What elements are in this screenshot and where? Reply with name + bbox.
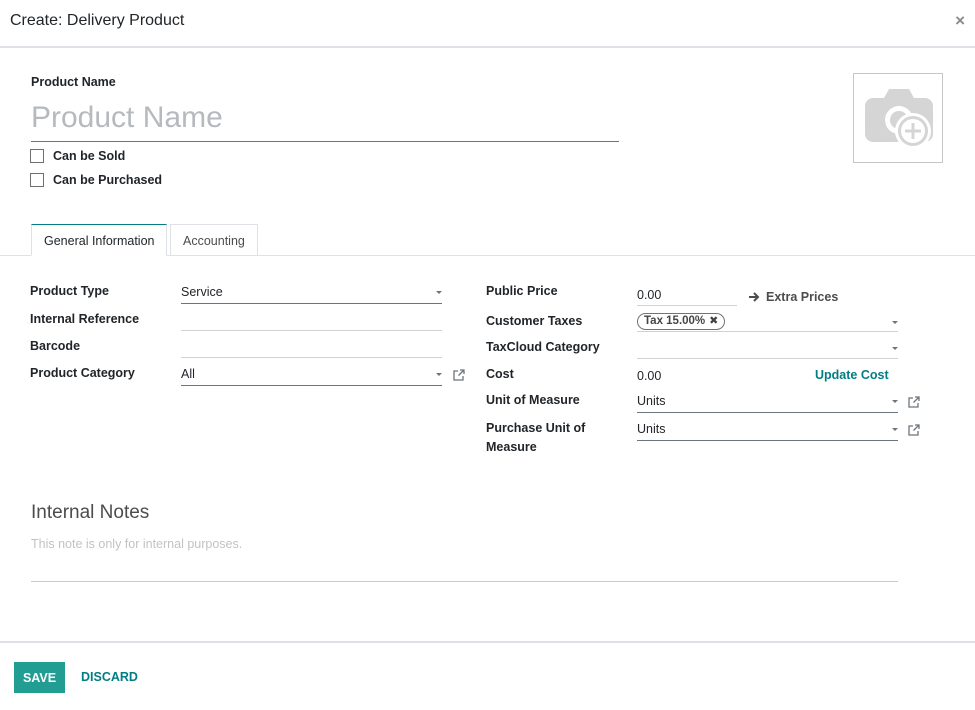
unit-of-measure-value: Units bbox=[637, 394, 666, 408]
chevron-down-icon bbox=[892, 321, 898, 324]
barcode-input[interactable] bbox=[181, 336, 442, 358]
camera-plus-icon bbox=[865, 89, 933, 149]
extra-prices-label: Extra Prices bbox=[766, 290, 839, 304]
internal-notes-input[interactable] bbox=[31, 532, 898, 582]
remove-tag-icon[interactable]: ✖ bbox=[709, 314, 718, 329]
public-price-label: Public Price bbox=[486, 284, 558, 298]
external-link-icon[interactable] bbox=[452, 368, 466, 382]
public-price-value: 0.00 bbox=[637, 288, 662, 302]
barcode-label: Barcode bbox=[30, 339, 81, 353]
product-type-value: Service bbox=[181, 285, 223, 299]
chevron-down-icon bbox=[892, 428, 898, 431]
purchase-uom-select[interactable]: Units bbox=[637, 419, 898, 441]
taxcloud-category-select[interactable] bbox=[637, 337, 898, 359]
taxcloud-category-label: TaxCloud Category bbox=[486, 340, 600, 354]
chevron-down-icon bbox=[436, 291, 442, 294]
can-be-sold-checkbox[interactable] bbox=[30, 149, 44, 163]
update-cost-button[interactable]: Update Cost bbox=[815, 368, 889, 382]
purchase-uom-label-line2: Measure bbox=[486, 440, 537, 454]
modal-title: Create: Delivery Product bbox=[10, 12, 185, 29]
public-price-input[interactable]: 0.00 bbox=[637, 284, 737, 306]
tab-general-information[interactable]: General Information bbox=[31, 224, 168, 256]
purchase-uom-label-line1: Purchase Unit of bbox=[486, 421, 586, 435]
internal-notes-title: Internal Notes bbox=[31, 502, 150, 523]
chevron-down-icon bbox=[892, 400, 898, 403]
discard-button[interactable]: DISCARD bbox=[81, 670, 138, 684]
purchase-uom-value: Units bbox=[637, 422, 666, 436]
arrow-right-icon bbox=[749, 292, 760, 302]
external-link-icon[interactable] bbox=[907, 395, 921, 409]
internal-reference-label: Internal Reference bbox=[30, 312, 140, 326]
product-category-value: All bbox=[181, 367, 195, 381]
customer-taxes-label: Customer Taxes bbox=[486, 314, 583, 328]
save-button[interactable]: SAVE bbox=[14, 662, 65, 693]
extra-prices-button[interactable]: Extra Prices bbox=[748, 290, 838, 304]
chevron-down-icon bbox=[892, 347, 898, 350]
product-image-upload[interactable] bbox=[853, 73, 943, 163]
unit-of-measure-label: Unit of Measure bbox=[486, 393, 580, 407]
can-be-sold-row: Can be Sold bbox=[30, 149, 125, 163]
product-category-label: Product Category bbox=[30, 366, 135, 380]
product-name-input[interactable] bbox=[31, 95, 619, 142]
cost-label: Cost bbox=[486, 367, 514, 381]
external-link-icon[interactable] bbox=[907, 423, 921, 437]
product-name-label: Product Name bbox=[31, 75, 116, 89]
chevron-down-icon bbox=[436, 373, 442, 376]
modal-header: Create: Delivery Product × bbox=[0, 0, 975, 48]
can-be-purchased-checkbox[interactable] bbox=[30, 173, 44, 187]
product-type-label: Product Type bbox=[30, 284, 109, 298]
purchase-uom-label: Purchase Unit of Measure bbox=[486, 419, 585, 457]
can-be-sold-label: Can be Sold bbox=[53, 149, 126, 163]
tax-tag-label: Tax 15.00% bbox=[644, 315, 706, 327]
can-be-purchased-row: Can be Purchased bbox=[30, 173, 162, 187]
cost-value: 0.00 bbox=[637, 369, 662, 383]
unit-of-measure-select[interactable]: Units bbox=[637, 391, 898, 413]
modal-footer: SAVE DISCARD bbox=[0, 641, 975, 710]
tab-accounting[interactable]: Accounting bbox=[170, 224, 258, 256]
close-icon[interactable]: × bbox=[955, 11, 965, 31]
tax-tag: Tax 15.00% ✖ bbox=[637, 313, 726, 330]
internal-reference-input[interactable] bbox=[181, 309, 442, 331]
can-be-purchased-label: Can be Purchased bbox=[53, 173, 163, 187]
product-category-select[interactable]: All bbox=[181, 364, 442, 386]
product-type-select[interactable]: Service bbox=[181, 282, 442, 304]
